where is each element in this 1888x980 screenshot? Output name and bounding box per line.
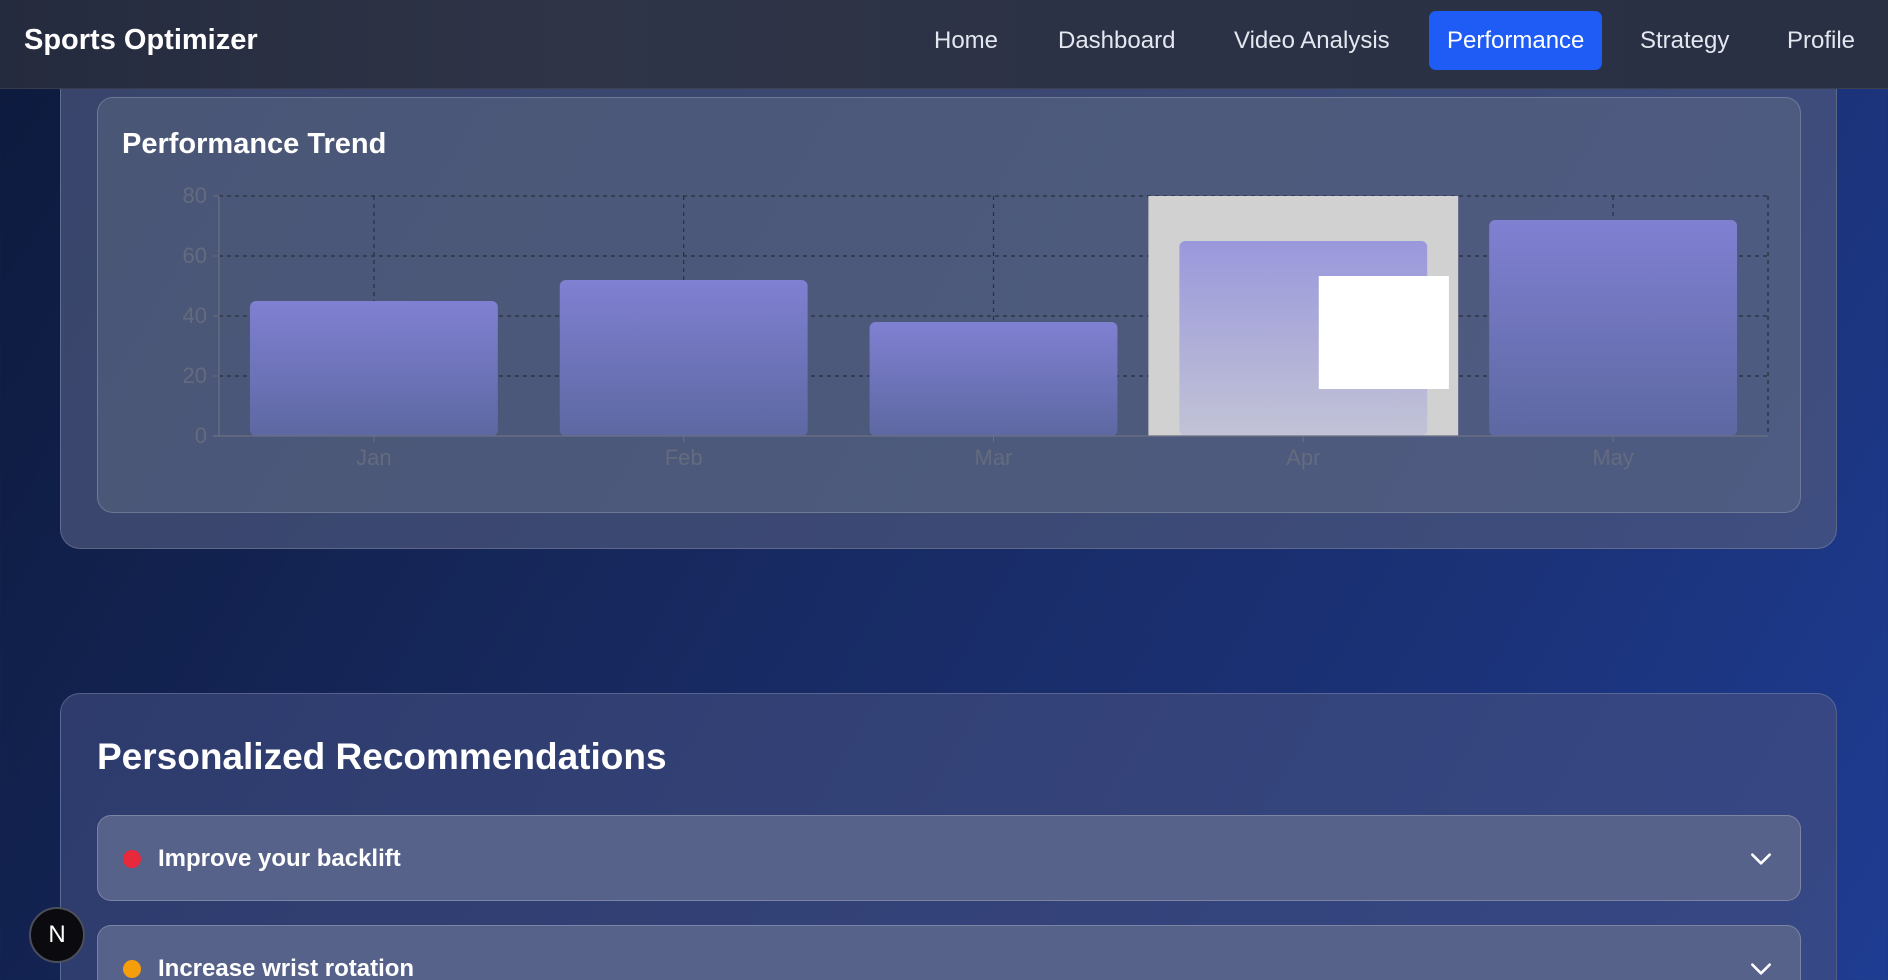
bar-mar (869, 322, 1118, 436)
nav-profile[interactable]: Profile (1769, 11, 1873, 70)
recommendation-item[interactable]: Improve your backlift (97, 815, 1801, 901)
y-tick-label: 80 (183, 183, 207, 208)
recommendation-label: Improve your backlift (158, 845, 401, 872)
chevron-down-icon[interactable] (1748, 846, 1774, 872)
performance-panel: Performance Trend 0 20 40 60 80 Jan Feb Mar Apr M… (60, 60, 1837, 549)
y-tick-label: 20 (183, 363, 207, 388)
nav-dashboard[interactable]: Dashboard (1040, 11, 1193, 70)
tooltip-box (1318, 276, 1449, 389)
top-navbar: Sports Optimizer Home Dashboard Video An… (0, 0, 1888, 89)
priority-dot (123, 850, 141, 868)
nav-video-analysis[interactable]: Video Analysis (1216, 11, 1408, 70)
bar-feb (559, 280, 808, 436)
nav-performance[interactable]: Performance (1429, 11, 1603, 70)
y-tick-label: 40 (183, 303, 207, 328)
priority-dot (123, 960, 141, 978)
app-brand[interactable]: Sports Optimizer (24, 24, 258, 57)
x-tick-label: Feb (665, 445, 703, 470)
nav-strategy[interactable]: Strategy (1622, 11, 1747, 70)
x-tick-label: May (1592, 445, 1634, 470)
x-tick-label: Jan (356, 445, 391, 470)
n-badge[interactable]: N (29, 907, 85, 963)
performance-bar-chart: 0 20 40 60 80 Jan Feb Mar Apr May (183, 183, 1769, 470)
recommendations-title: Personalized Recommendations (97, 736, 667, 777)
bar-may (1489, 220, 1738, 436)
performance-chart-card: Performance Trend 0 20 40 60 80 Jan Feb Mar Apr M… (97, 97, 1801, 513)
x-tick-label: Apr (1286, 445, 1320, 470)
y-tick-label: 0 (195, 423, 207, 448)
nav-home[interactable]: Home (916, 11, 1016, 70)
chevron-down-icon[interactable] (1748, 956, 1774, 980)
bar-jan (249, 301, 498, 436)
y-tick-label: 60 (183, 243, 207, 268)
x-tick-label: Mar (975, 445, 1013, 470)
recommendation-item[interactable]: Increase wrist rotation (97, 925, 1801, 980)
recommendations-panel: Personalized Recommendations Improve you… (60, 693, 1837, 980)
recommendation-label: Increase wrist rotation (158, 955, 415, 980)
